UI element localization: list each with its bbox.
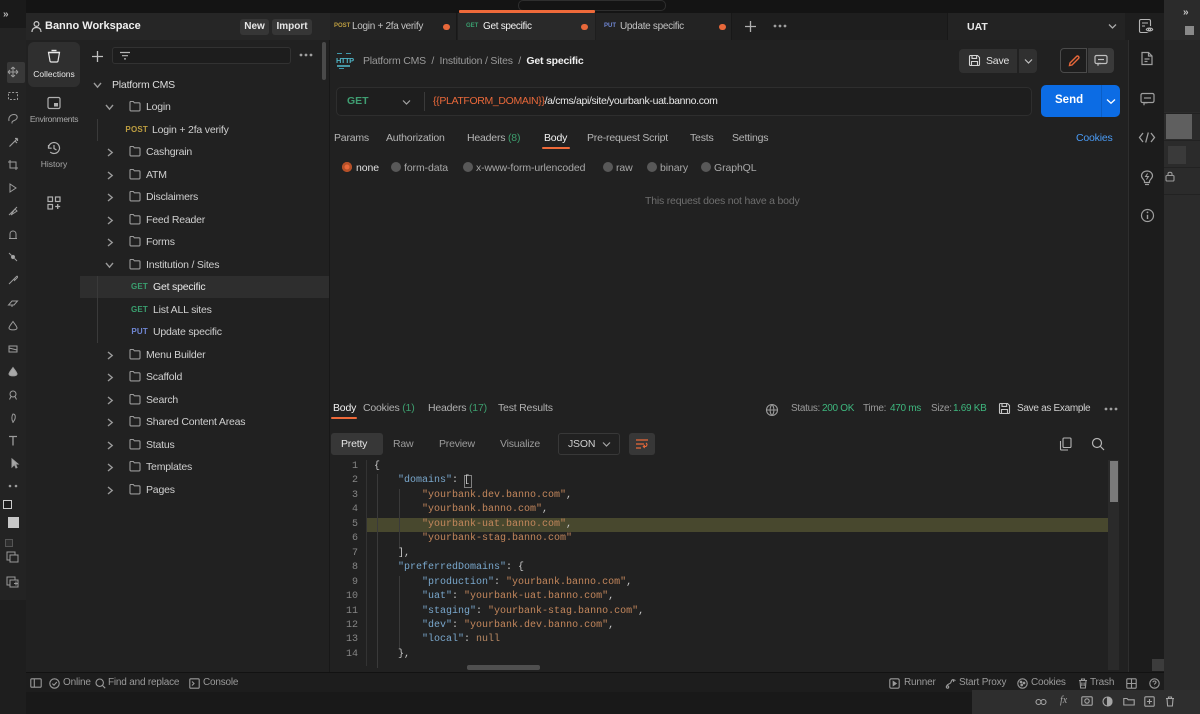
svg-text:HTTP: HTTP [336, 56, 354, 65]
